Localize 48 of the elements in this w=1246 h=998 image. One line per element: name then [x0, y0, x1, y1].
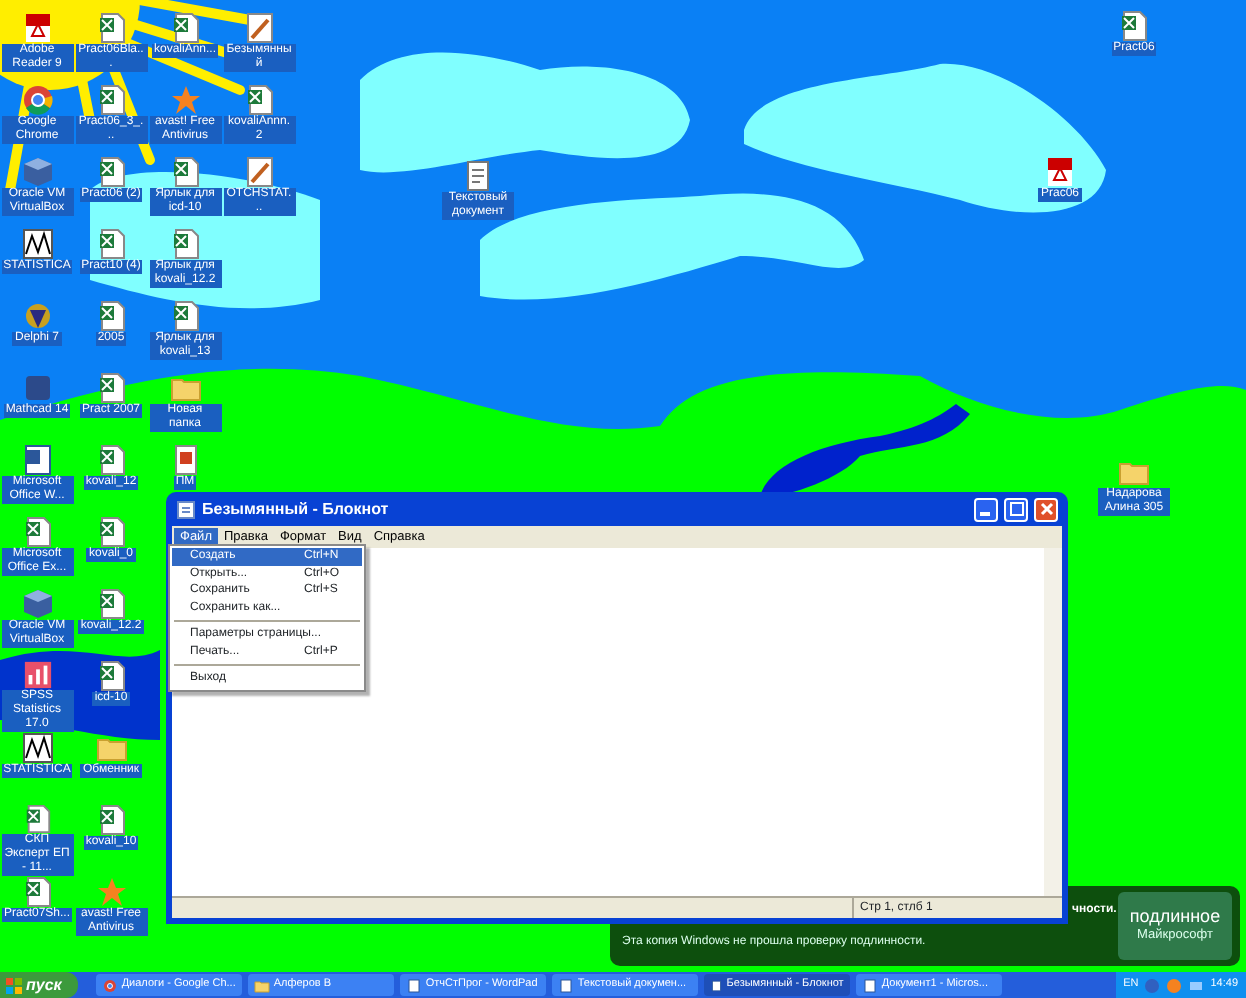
- pdf-file-icon[interactable]: [21, 12, 53, 44]
- spreadsheet-file-icon[interactable]: [95, 372, 127, 404]
- spreadsheet-file-icon[interactable]: [95, 516, 127, 548]
- spreadsheet-file-icon[interactable]: [95, 804, 127, 836]
- spreadsheet-file-icon[interactable]: [95, 228, 127, 260]
- close-button[interactable]: [1034, 497, 1058, 521]
- spreadsheet-file-icon[interactable]: [243, 84, 275, 116]
- scrollbar[interactable]: [1044, 548, 1062, 896]
- document-icon[interactable]: [405, 977, 422, 993]
- cube-icon[interactable]: [21, 156, 53, 188]
- spreadsheet-file-icon[interactable]: [95, 12, 127, 44]
- spreadsheet-file-icon[interactable]: [95, 156, 127, 188]
- spreadsheet-file-icon[interactable]: [95, 84, 127, 116]
- notepad-icon: [176, 499, 196, 519]
- document-icon[interactable]: [21, 444, 53, 476]
- file-icon[interactable]: [169, 444, 201, 476]
- paint-brush-icon[interactable]: [243, 156, 275, 188]
- windows-logo-icon: [6, 977, 22, 993]
- spreadsheet-file-icon[interactable]: [21, 516, 53, 548]
- text-file-icon[interactable]: [462, 160, 494, 192]
- maximize-button[interactable]: [1004, 497, 1028, 521]
- browser-icon[interactable]: [21, 84, 53, 116]
- spreadsheet-file-icon[interactable]: [169, 228, 201, 260]
- close-icon: [1039, 502, 1053, 516]
- start-button[interactable]: пуск: [0, 972, 78, 998]
- window-title: Безымянный - Блокнот: [202, 497, 391, 521]
- spreadsheet-file-icon[interactable]: [169, 300, 201, 332]
- spreadsheet-file-icon[interactable]: [1118, 10, 1150, 42]
- maximize-icon: [1009, 502, 1023, 516]
- chart-icon[interactable]: [21, 228, 53, 260]
- paint-brush-icon[interactable]: [243, 12, 275, 44]
- minimize-button[interactable]: [974, 497, 998, 521]
- browser-icon[interactable]: [101, 977, 118, 993]
- spreadsheet-file-icon[interactable]: [21, 804, 53, 834]
- spreadsheet-file-icon[interactable]: [21, 876, 53, 908]
- spreadsheet-file-icon[interactable]: [169, 12, 201, 44]
- document-icon[interactable]: [861, 977, 878, 993]
- badge-text: подлинное: [1129, 906, 1221, 927]
- document-icon[interactable]: [557, 977, 574, 993]
- spreadsheet-file-icon[interactable]: [95, 300, 127, 332]
- chart-icon[interactable]: [21, 732, 53, 764]
- spreadsheet-file-icon[interactable]: [95, 588, 127, 620]
- cube-icon[interactable]: [21, 588, 53, 620]
- document-icon[interactable]: [709, 977, 723, 993]
- pdf-file-icon[interactable]: [1044, 156, 1076, 188]
- spreadsheet-file-icon[interactable]: [95, 444, 127, 476]
- spreadsheet-file-icon[interactable]: [95, 660, 127, 692]
- spreadsheet-file-icon[interactable]: [169, 156, 201, 188]
